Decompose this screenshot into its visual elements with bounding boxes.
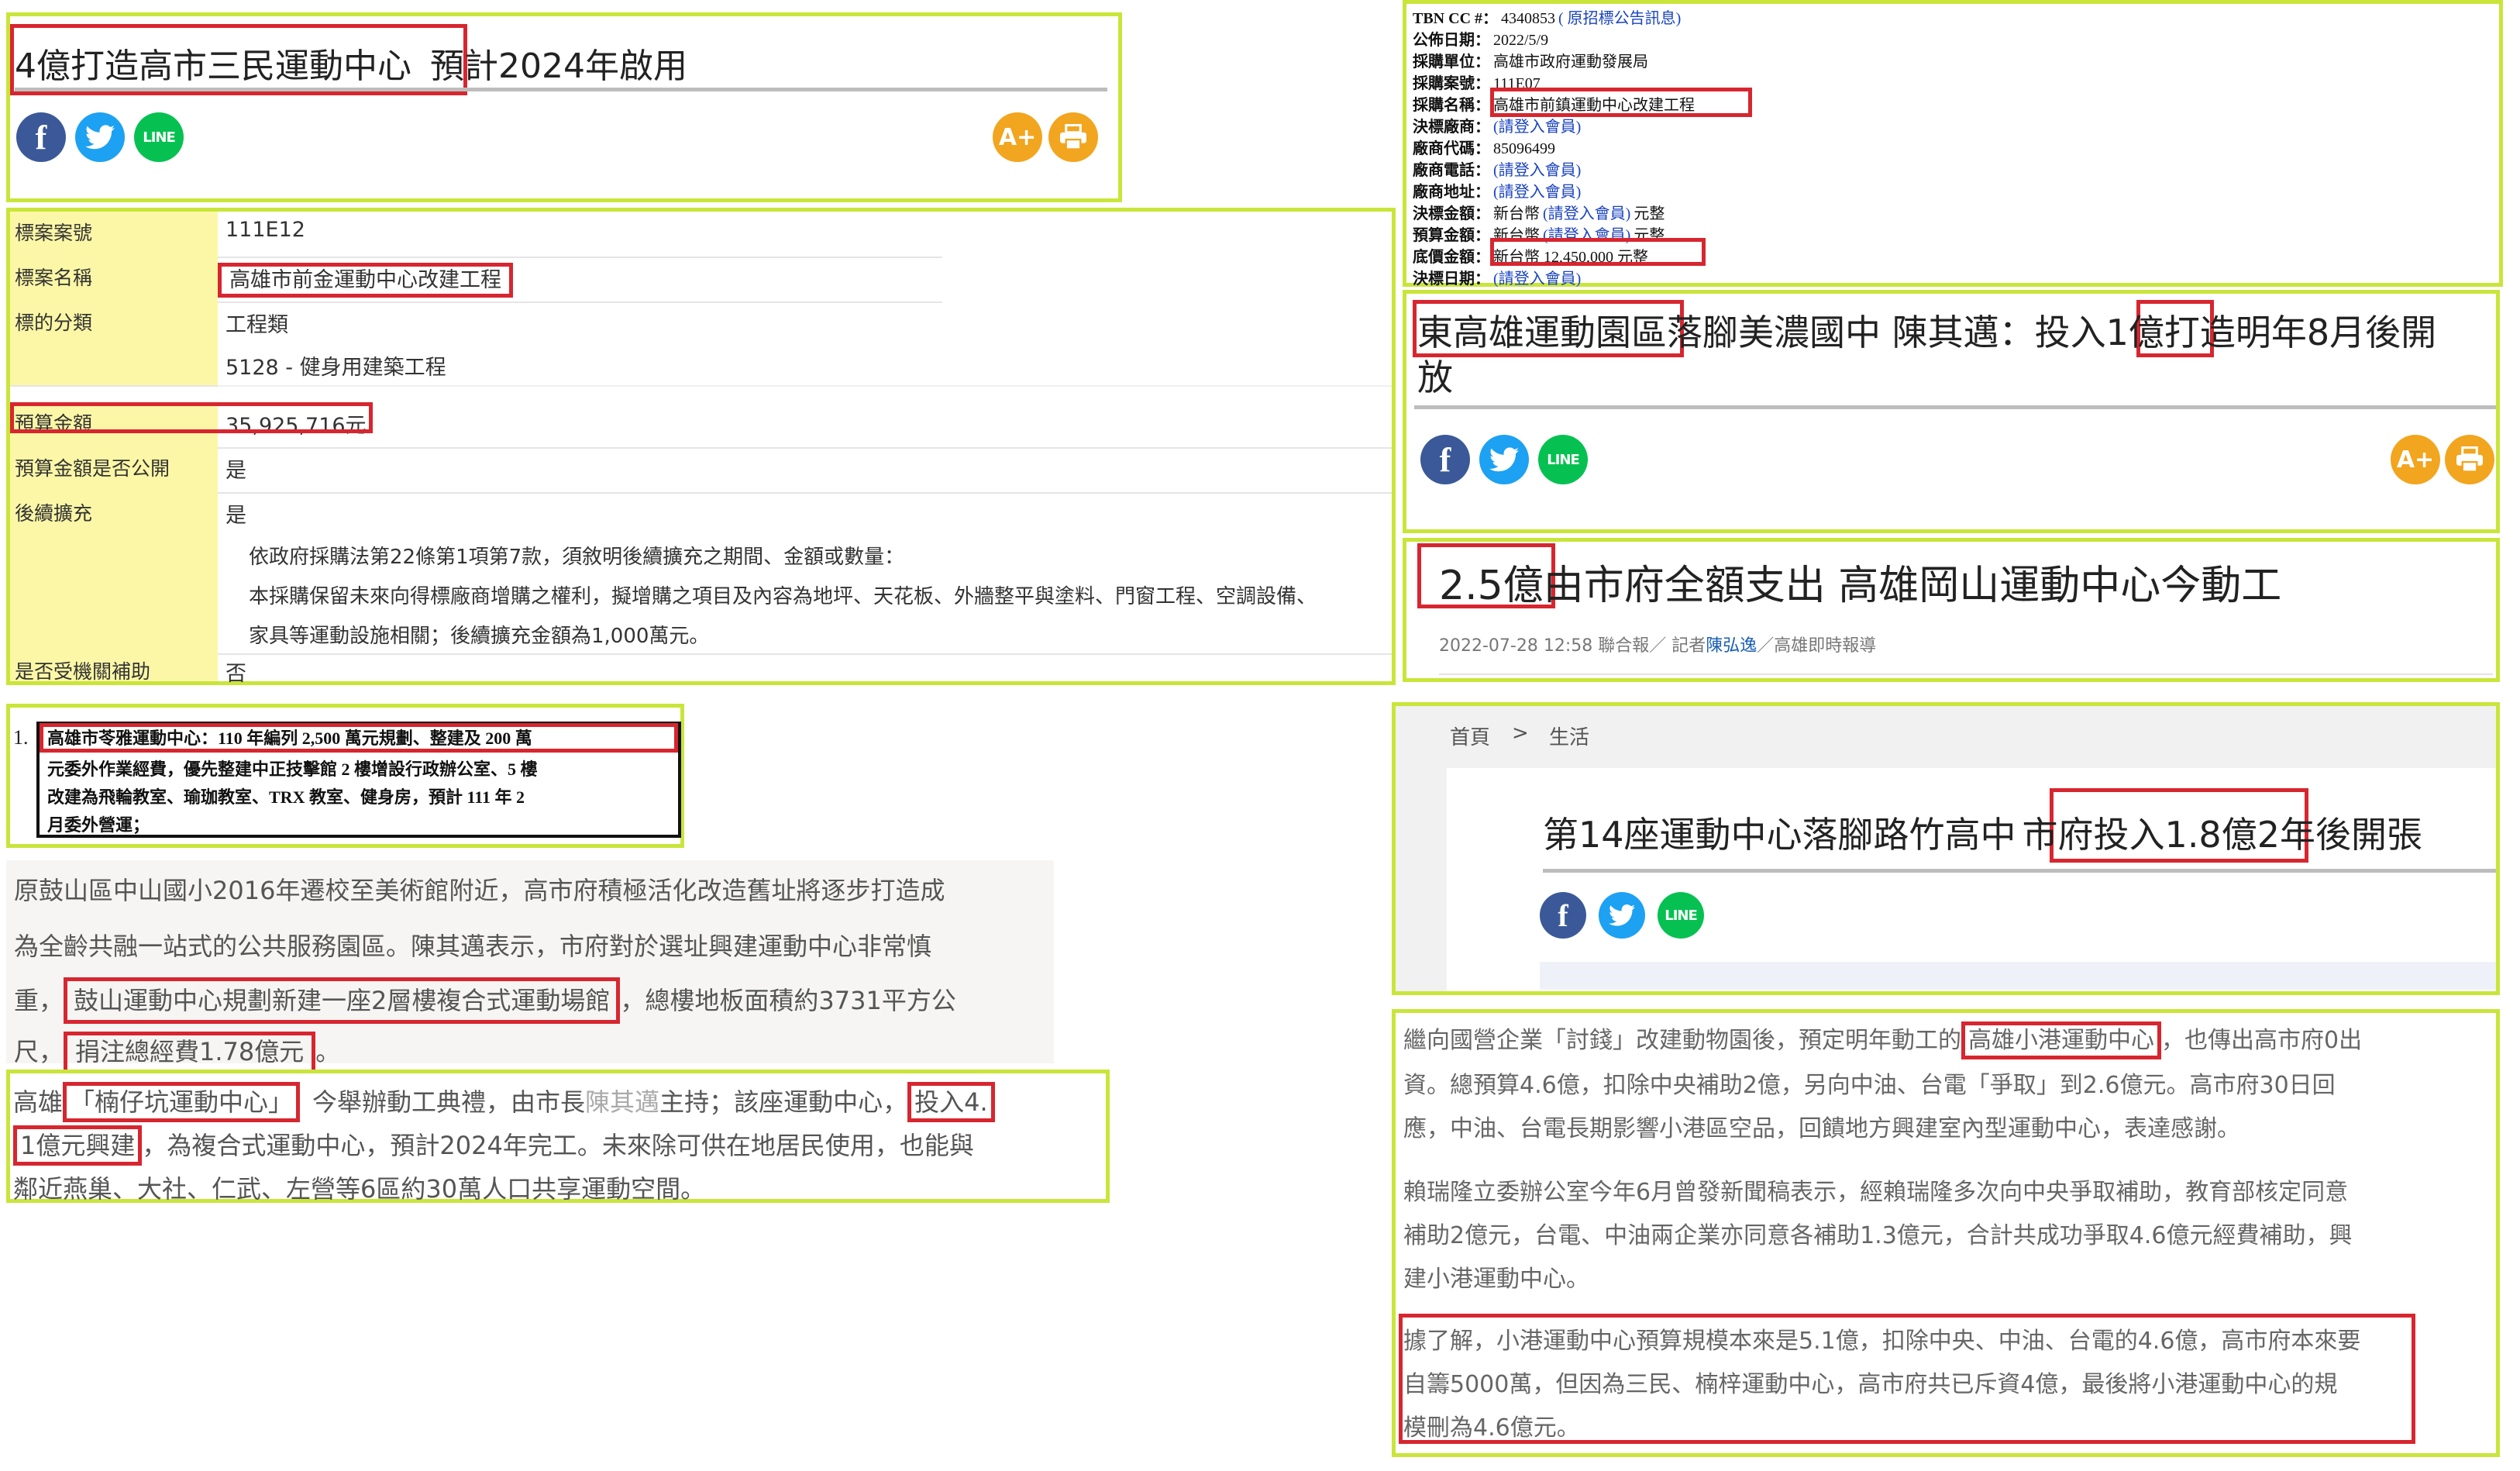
east-kaohsiung-panel: 東高雄運動園區落腳美濃國中 陳其邁：投入1億打造明年8月後開 放 f LINE … — [1403, 290, 2500, 533]
article-line: 重， 鼓山運動中心規劃新建一座2層樓複合式運動場館 ，總樓地板面積約3731平方公 — [14, 977, 956, 1024]
breadcrumb-category[interactable]: 生活 — [1549, 722, 1589, 750]
xiaogang-article-panel: 繼向國營企業「討錢」改建動物園後，預定明年動工的 高雄小港運動中心 ，也傳出高市府0… — [1392, 1009, 2500, 1457]
table-row: 標案名稱 高雄市前金運動中心改建工程 — [10, 257, 942, 303]
article-title: 4億打造高市三民運動中心 預計2024年啟用 — [15, 38, 687, 88]
article-line: 為全齡共融一站式的公共服務園區。陳其邁表示，市府對於選址興建運動中心非常慎 — [14, 932, 932, 961]
gangshan-panel: 2.5億由市府全額支出 高雄岡山運動中心今動工 2022-07-28 12:58… — [1403, 538, 2500, 682]
font-size-icon[interactable]: A+ — [993, 112, 1042, 162]
article-line: 模刪為4.6億元。 — [1403, 1414, 1580, 1442]
gushan-article-panel: 原鼓山區中山國小2016年遷校至美術館附近，高市府積極活化改造舊址將逐步打造成 … — [6, 860, 1054, 1077]
article-line: 鄰近燕巢、大社、仁武、左營等6區約30萬人口共享運動空間。 — [13, 1174, 706, 1204]
tbn-price-highlight — [1490, 238, 1706, 266]
mayor-name-link[interactable]: 陳其邁 — [585, 1087, 659, 1117]
login-link[interactable]: (請登入會員) — [1543, 205, 1630, 222]
table-row: 標的分類 工程類 5128 - 健身用建築工程 — [10, 301, 942, 387]
gushan-highlight-1: 鼓山運動中心規劃新建一座2層樓複合式運動場館 — [64, 977, 621, 1024]
lingya-notice-panel: 1. 高雄市苓雅運動中心：110 年編列 2,500 萬元規劃、整建及 200 … — [6, 704, 684, 848]
article-line: 尺， 捐注總經費1.78億元。 — [14, 1032, 340, 1077]
table-row: 標案案號 111E12 — [10, 212, 942, 258]
tbn-row: 公佈日期： 2022/5/9 — [1413, 32, 1549, 49]
notice-line: 高雄市苓雅運動中心：110 年編列 2,500 萬元規劃、整建及 200 萬 — [47, 729, 532, 748]
table-row: 預算金額是否公開 是 — [10, 447, 1392, 494]
notice-line: 月委外營運； — [47, 815, 150, 835]
tbn-row: 決標日期： (請登入會員) — [1413, 270, 1582, 288]
article-line: 應，中油、台電長期影響小港區空品，回饋地方興建室內型運動中心，表達感謝。 — [1403, 1115, 2240, 1142]
twitter-icon[interactable] — [75, 112, 125, 162]
line-icon[interactable]: LINE — [134, 112, 184, 162]
article-line: 原鼓山區中山國小2016年遷校至美術館附近，高市府積極活化改造舊址將逐步打造成 — [14, 876, 945, 905]
article-title: 2.5億由市府全額支出 高雄岡山運動中心今動工 — [1439, 563, 2282, 609]
article-line: 高雄 「楠仔坑運動中心」 今舉辦動工典禮，由市長陳其邁主持；該座運動中心， 投入4. — [13, 1082, 995, 1122]
breadcrumb: 首頁 > 生活 — [1396, 706, 2496, 768]
article-line: 賴瑞隆立委辦公室今年6月曾發新聞稿表示，經賴瑞隆多次向中央爭取補助，教育部核定同… — [1403, 1179, 2349, 1206]
login-link[interactable]: ( 原招標公告訊息) — [1558, 10, 1681, 27]
tbn-row: TBN CC #： 4340853( 原招標公告訊息) — [1413, 10, 1682, 27]
title-underline — [1543, 869, 2496, 873]
twitter-icon[interactable] — [1479, 435, 1529, 484]
tender-table-panel: 標案案號 111E12 標案名稱 高雄市前金運動中心改建工程 標的分類 工程類 … — [6, 208, 1396, 686]
print-icon[interactable] — [1048, 112, 1098, 162]
tender-name-highlight: 高雄市前金運動中心改建工程 — [218, 263, 513, 298]
title-highlight-text: 4億打造高市三民運動中心 — [15, 47, 411, 86]
tbn-row: 決標廠商： (請登入會員) — [1413, 119, 1582, 136]
tbn-row: 廠商代碼： 85096499 — [1413, 140, 1555, 157]
investment-highlight-2: 1億元興建 — [13, 1125, 143, 1166]
article-line: 1億元興建 ，為複合式運動中心，預計2024年完工。未來除可供在地居民使用，也能與 — [13, 1125, 974, 1166]
tbn-row: 決標金額： 新台幣 (請登入會員) 元整 — [1413, 205, 1665, 222]
xiaogang-highlight: 高雄小港運動中心 — [1961, 1021, 2161, 1059]
notice-number: 1. — [13, 726, 29, 749]
blurred-bar — [1540, 962, 2496, 990]
tender-table: 標案案號 111E12 標案名稱 高雄市前金運動中心改建工程 標的分類 工程類 … — [10, 212, 1392, 686]
tbn-row: 廠商電話： (請登入會員) — [1413, 162, 1582, 179]
title-underline — [1414, 405, 2496, 409]
left-gray-gutter — [1396, 768, 1447, 991]
article-line: 據了解，小港運動中心預算規模本來是5.1億，扣除中央、中油、台電的4.6億，高市… — [1403, 1328, 2361, 1355]
font-size-icon[interactable]: A+ — [2391, 435, 2440, 484]
article-title: 第14座運動中心落腳路竹高中 市府投入1.8億2年後開張 — [1543, 814, 2422, 856]
title-underline — [15, 88, 1107, 91]
breadcrumb-separator: > — [1512, 722, 1529, 745]
facebook-icon[interactable]: f — [1420, 435, 1470, 484]
article-line: 自籌5000萬，但因為三民、楠梓運動中心，高市府共已斥資4億，最後將小港運動中心… — [1403, 1371, 2338, 1398]
print-icon[interactable] — [2445, 435, 2494, 484]
article-meta: 2022-07-28 12:58 聯合報／ 記者陳弘逸／高雄即時報導 — [1439, 636, 1877, 656]
article-title-cont: 放 — [1417, 357, 1453, 398]
notice-line: 改建為飛輪教室、瑜珈教室、TRX 教室、健身房，預計 111 年 2 — [47, 787, 525, 807]
tbn-notice-panel: TBN CC #： 4340853( 原招標公告訊息) 公佈日期： 2022/5/9 採… — [1403, 0, 2503, 288]
article-line: 繼向國營企業「討錢」改建動物園後，預定明年動工的 高雄小港運動中心 ，也傳出高市府0… — [1403, 1021, 2362, 1059]
nanzikeng-highlight: 「楠仔坑運動中心」 — [63, 1082, 301, 1122]
title-rest-text: 預計2024年啟用 — [430, 47, 687, 86]
reporter-link[interactable]: 陳弘逸 — [1706, 636, 1757, 656]
notice-line: 元委外作業經費，優先整建中正技擊館 2 樓增設行政辦公室、5 樓 — [47, 760, 538, 779]
article-line: 資。總預算4.6億，扣除中央補助2億，另向中油、台電「爭取」到2.6億元。高市府… — [1403, 1072, 2336, 1099]
tbn-name-highlight — [1490, 88, 1752, 117]
login-link[interactable]: (請登入會員) — [1493, 162, 1581, 179]
login-link[interactable]: (請登入會員) — [1493, 270, 1581, 288]
twitter-icon[interactable] — [1599, 892, 1645, 939]
luzhu-panel: 首頁 > 生活 第14座運動中心落腳路竹高中 市府投入1.8億2年後開張 f LI… — [1392, 702, 2500, 995]
breadcrumb-home[interactable]: 首頁 — [1450, 722, 1490, 750]
nanzikeng-article-panel: 高雄 「楠仔坑運動中心」 今舉辦動工典禮，由市長陳其邁主持；該座運動中心， 投入4. … — [6, 1070, 1110, 1204]
article-title: 東高雄運動園區落腳美濃國中 陳其邁：投入1億打造明年8月後開 — [1417, 312, 2437, 353]
article-panel-sanmin: 4億打造高市三民運動中心 預計2024年啟用 f LINE A+ — [6, 12, 1122, 202]
table-row — [218, 385, 1392, 387]
investment-highlight-1: 投入4. — [907, 1082, 995, 1122]
table-row: 後續擴充 是 依政府採購法第22條第1項第7款，須敘明後續擴充之期間、金額或數量… — [10, 492, 1392, 655]
article-line: 補助2億元，台電、中油兩企業亦同意各補助1.3億元，合計共成功爭取4.6億元經費… — [1403, 1222, 2353, 1249]
facebook-icon[interactable]: f — [1540, 892, 1586, 939]
article-line: 建小港運動中心。 — [1403, 1266, 1589, 1293]
budget-highlight-box — [10, 402, 373, 433]
meta-underline — [1439, 673, 2493, 675]
line-icon[interactable]: LINE — [1658, 892, 1704, 939]
login-link[interactable]: (請登入會員) — [1493, 184, 1581, 201]
login-link[interactable]: (請登入會員) — [1493, 119, 1581, 136]
facebook-icon[interactable]: f — [16, 112, 66, 162]
table-row: 是否受機關補助 否 — [10, 653, 1392, 686]
tbn-row: 採購單位： 高雄市政府運動發展局 — [1413, 53, 1648, 71]
line-icon[interactable]: LINE — [1538, 435, 1588, 484]
tbn-row: 廠商地址： (請登入會員) — [1413, 184, 1582, 201]
